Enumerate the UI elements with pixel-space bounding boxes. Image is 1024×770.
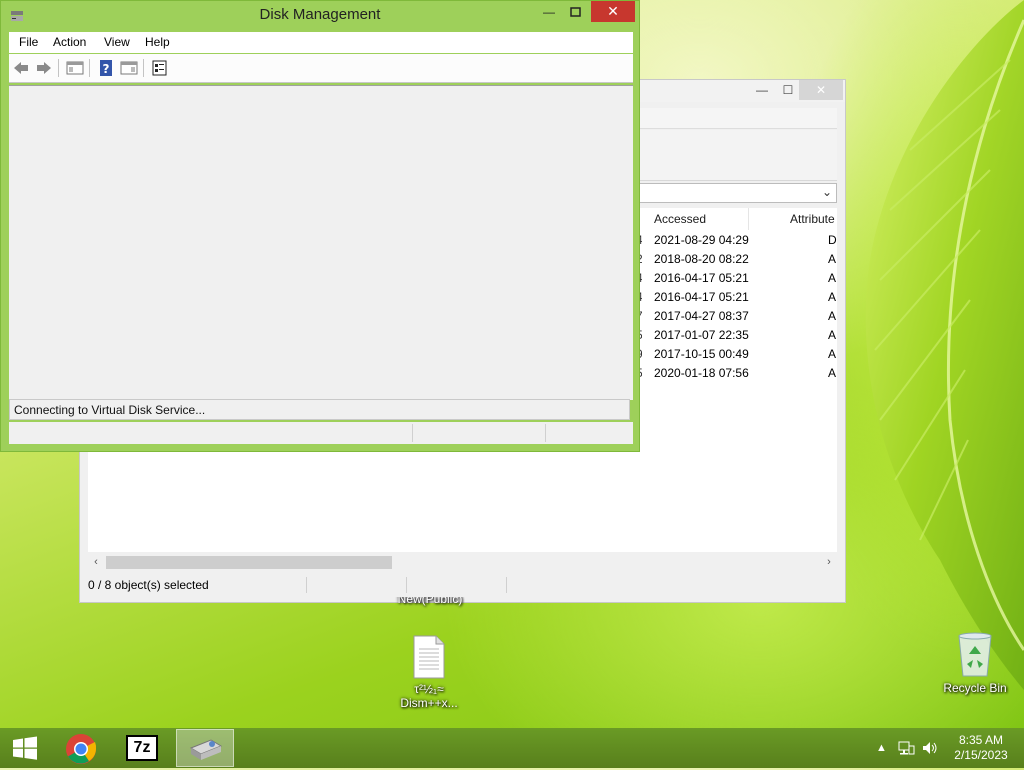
windows-logo-icon	[13, 736, 37, 760]
maximize-icon	[570, 7, 581, 17]
cell-accessed: 2018-08-20 08:22	[654, 252, 749, 266]
chrome-icon	[66, 734, 97, 764]
taskbar: 7z ▲ 8:35 AM 2/15/2023	[0, 728, 1024, 768]
clock-date: 2/15/2023	[954, 748, 1008, 762]
file-label-line1: τ²½₁≈	[414, 682, 444, 696]
cell-accessed: 2016-04-17 05:21	[654, 290, 749, 304]
toolbar-separator	[58, 59, 59, 77]
explorer-close-button[interactable]: ✕	[799, 80, 843, 100]
cell-accessed: 2017-04-27 08:37	[654, 309, 749, 323]
disk-management-titlebar[interactable]: Disk Management — ✕	[1, 1, 639, 30]
toolbar-separator	[89, 59, 90, 77]
cell-attribute: A	[828, 366, 837, 380]
forward-arrow-icon[interactable]	[35, 59, 53, 77]
cell-attribute: A	[828, 309, 837, 323]
console-tree-icon[interactable]	[66, 59, 84, 77]
cell-accessed: 2021-08-29 04:29	[654, 233, 749, 247]
cell-attribute: D	[828, 233, 837, 247]
cell-accessed: 2017-01-07 22:35	[654, 328, 749, 342]
action-pane-icon[interactable]	[120, 59, 138, 77]
7zip-icon: 7z	[126, 735, 158, 761]
cell-accessed: 2016-04-17 05:21	[654, 271, 749, 285]
selection-status: 0 / 8 object(s) selected	[88, 578, 209, 592]
help-icon[interactable]: ?	[97, 59, 115, 77]
scroll-left-icon[interactable]: ‹	[88, 554, 104, 571]
cell-attribute: A	[828, 252, 837, 266]
disk-management-content	[9, 85, 633, 400]
horizontal-scrollbar[interactable]: ‹ ›	[88, 554, 837, 571]
wallpaper-leaf	[865, 0, 1024, 690]
scrollbar-thumb[interactable]	[106, 556, 392, 569]
status-divider	[412, 424, 413, 442]
volume-icon[interactable]	[921, 740, 939, 756]
status-divider	[506, 577, 507, 593]
recycle-bin-label: Recycle Bin	[943, 681, 1007, 695]
status-divider	[545, 424, 546, 442]
taskbar-chrome[interactable]	[52, 729, 110, 767]
network-icon[interactable]	[897, 740, 915, 756]
svg-text:?: ?	[103, 62, 110, 76]
disk-management-statusbar	[9, 422, 633, 444]
cell-accessed: 2017-10-15 00:49	[654, 347, 749, 361]
column-header-accessed[interactable]: Accessed	[654, 208, 706, 230]
disk-management-icon	[189, 739, 223, 760]
explorer-statusbar: 0 / 8 object(s) selected	[88, 574, 837, 596]
back-arrow-icon[interactable]	[12, 59, 30, 77]
properties-icon[interactable]	[151, 59, 169, 77]
file-label-line2: Dism++x...	[400, 696, 458, 710]
column-header-attributes[interactable]: Attribute	[790, 208, 838, 230]
recycle-bin[interactable]: Recycle Bin	[938, 630, 1012, 695]
close-button[interactable]: ✕	[591, 1, 635, 22]
menu-view[interactable]: View	[104, 35, 130, 49]
connecting-status: Connecting to Virtual Disk Service...	[9, 399, 630, 420]
desktop-file-icon[interactable]: τ²½₁≈ Dism++x...	[393, 635, 465, 710]
taskbar-7zip[interactable]: 7z	[114, 729, 172, 767]
minimize-button[interactable]: —	[539, 5, 559, 21]
cell-attribute: A	[828, 328, 837, 342]
disk-management-window: Disk Management — ✕ File Action View Hel…	[0, 0, 640, 452]
toolbar-separator	[143, 59, 144, 77]
taskbar-disk-management[interactable]	[176, 729, 234, 767]
start-button[interactable]	[0, 729, 50, 767]
chevron-down-icon[interactable]: ⌄	[822, 185, 832, 199]
text-file-icon	[413, 635, 445, 679]
menu-action[interactable]: Action	[53, 35, 86, 49]
menu-file[interactable]: File	[19, 35, 38, 49]
toolbar: ?	[9, 54, 633, 83]
cell-accessed: 2020-01-18 07:56	[654, 366, 749, 380]
menu-help[interactable]: Help	[145, 35, 170, 49]
desktop-icon-label-partial[interactable]: New(Public)	[380, 597, 480, 609]
maximize-button[interactable]	[565, 4, 585, 20]
cell-attribute: A	[828, 347, 837, 361]
clock-time: 8:35 AM	[958, 733, 1004, 747]
clock[interactable]: 8:35 AM 2/15/2023	[946, 733, 1016, 763]
cell-attribute: A	[828, 290, 837, 304]
status-divider	[406, 577, 407, 593]
column-divider[interactable]	[748, 208, 749, 230]
status-divider	[306, 577, 307, 593]
menu-bar: File Action View Help	[9, 32, 633, 53]
cell-attribute: A	[828, 271, 837, 285]
scroll-right-icon[interactable]: ›	[821, 554, 837, 571]
show-hidden-icons-icon[interactable]: ▲	[876, 728, 887, 768]
recycle-bin-icon	[958, 632, 992, 677]
